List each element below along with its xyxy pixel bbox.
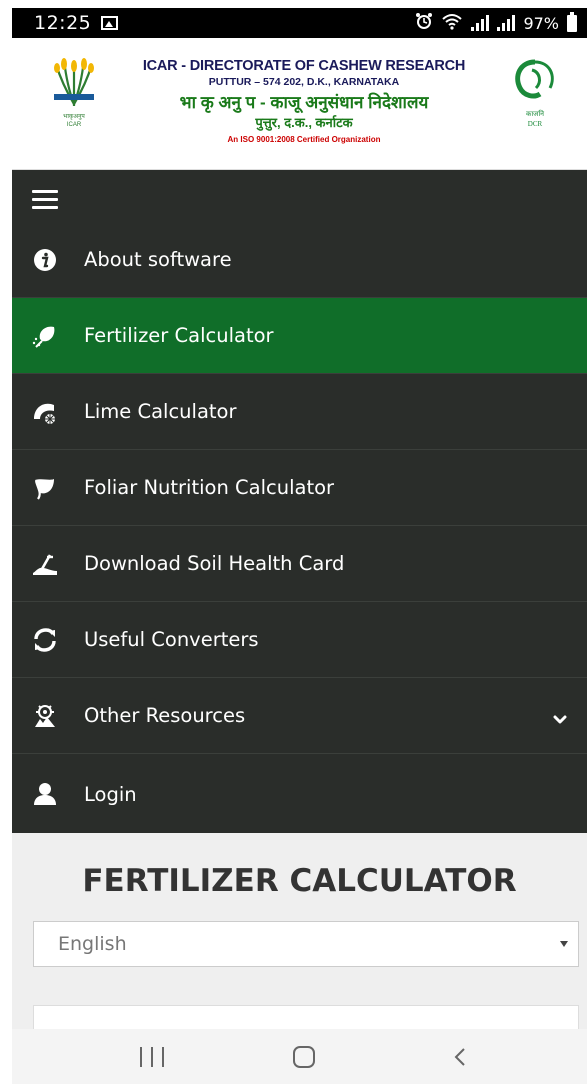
- nav-label: About software: [84, 248, 232, 271]
- nav-label: Useful Converters: [84, 628, 259, 651]
- chevron-down-icon[interactable]: [553, 709, 567, 723]
- nav-item-useful-converters[interactable]: Useful Converters: [12, 602, 587, 678]
- user-icon: [32, 781, 58, 807]
- nav-label: Download Soil Health Card: [84, 552, 345, 575]
- institute-address: PUTTUR – 574 202, D.K., KARNATAKA: [208, 76, 400, 88]
- nav-label: Lime Calculator: [84, 400, 237, 423]
- language-select[interactable]: English: [33, 921, 579, 967]
- institute-heading: ICAR - DIRECTORATE OF CASHEW RESEARCH PU…: [104, 58, 504, 144]
- nav-item-lime-calculator[interactable]: Lime Calculator: [12, 374, 587, 450]
- nav-item-about-software[interactable]: About software: [12, 222, 587, 298]
- battery-percent: 97%: [523, 13, 559, 33]
- leaf-icon: [32, 475, 58, 501]
- resources-icon: [32, 703, 58, 729]
- nav-menu: About software Fertilizer Calculator Lim…: [12, 170, 587, 833]
- institute-name-hindi: भा कृ अनु प - काजू अनुसंधान निदेशालय: [179, 93, 429, 112]
- form-card: [33, 1005, 579, 1029]
- institute-address-hindi: पुत्तुर, द.क., कर्नाटक: [255, 115, 353, 130]
- nav-label: Foliar Nutrition Calculator: [84, 476, 335, 499]
- app-screen: 12:25 97% भाकृअनुप ICAR ICAR - DIRECTORA…: [0, 0, 587, 1084]
- battery-icon: [567, 11, 577, 32]
- back-icon[interactable]: [450, 1046, 472, 1068]
- svg-text:काजनि: काजनि: [526, 109, 544, 118]
- nav-label: Login: [84, 782, 137, 806]
- language-selected-value: English: [58, 933, 127, 955]
- nav-label: Fertilizer Calculator: [84, 324, 274, 347]
- converter-icon: [32, 627, 58, 653]
- nav-item-other-resources[interactable]: Other Resources: [12, 678, 587, 754]
- status-bar: 12:25 97%: [12, 8, 587, 38]
- nav-item-download-soil-health-card[interactable]: Download Soil Health Card: [12, 526, 587, 602]
- dropdown-arrow-icon: [560, 941, 568, 947]
- page-title: FERTILIZER CALCULATOR: [82, 863, 517, 899]
- status-time: 12:25: [34, 12, 92, 34]
- signal-icon: [471, 15, 490, 31]
- svg-text:भाकृअनुप: भाकृअनुप: [63, 114, 85, 120]
- wifi-icon: [441, 12, 463, 35]
- dcr-logo: काजनि DCR: [510, 56, 560, 136]
- status-icons: 97%: [415, 11, 577, 35]
- soil-icon: [32, 551, 58, 577]
- site-header: भाकृअनुप ICAR ICAR - DIRECTORATE OF CASH…: [12, 38, 587, 170]
- nav-item-fertilizer-calculator[interactable]: Fertilizer Calculator: [12, 298, 587, 374]
- nav-label: Other Resources: [84, 704, 246, 727]
- iso-certification: An ISO 9001:2008 Certified Organization: [227, 135, 381, 144]
- svg-text:DCR: DCR: [528, 120, 543, 128]
- svg-text:ICAR: ICAR: [67, 122, 82, 128]
- system-nav-bar: [12, 1029, 587, 1084]
- fertilizer-icon: [32, 323, 58, 349]
- alarm-icon: [415, 12, 433, 35]
- info-icon: [32, 247, 58, 273]
- lime-icon: [32, 399, 58, 425]
- signal-icon-2: [497, 15, 516, 31]
- nav-item-login[interactable]: Login: [12, 756, 587, 832]
- hamburger-icon[interactable]: [32, 190, 58, 210]
- gallery-icon: [101, 16, 119, 30]
- nav-item-foliar-nutrition-calculator[interactable]: Foliar Nutrition Calculator: [12, 450, 587, 526]
- icar-logo: भाकृअनुप ICAR: [50, 54, 98, 130]
- institute-name: ICAR - DIRECTORATE OF CASHEW RESEARCH: [142, 58, 466, 74]
- main-content: FERTILIZER CALCULATOR English: [12, 833, 587, 1029]
- home-icon[interactable]: [293, 1046, 315, 1068]
- recent-apps-icon[interactable]: [140, 1047, 164, 1067]
